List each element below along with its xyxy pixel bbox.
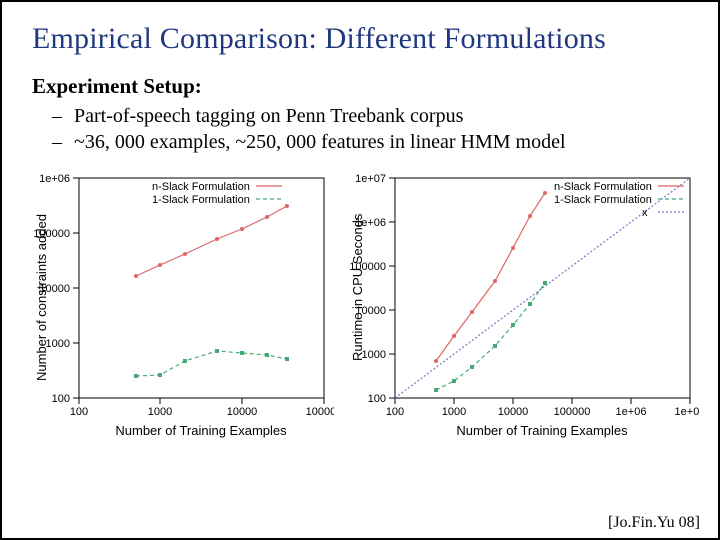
chart2-xlabel: Number of Training Examples: [456, 423, 628, 438]
chart-constraints: Number of constraints added 100 1000 100…: [24, 163, 334, 443]
svg-text:1e+06: 1e+06: [616, 406, 647, 418]
svg-text:1000: 1000: [362, 349, 386, 361]
chart2-points-nslack: [434, 191, 547, 363]
citation: [Jo.Fin.Yu 08]: [608, 514, 700, 532]
svg-text:100: 100: [52, 393, 70, 405]
setup-item: Part-of-speech tagging on Penn Treebank …: [52, 103, 696, 129]
slide: Empirical Comparison: Different Formulat…: [0, 0, 720, 540]
chart1-points-1slack: [134, 349, 289, 378]
chart-runtime: Runtime in CPU Seconds 100 1000 10000 10…: [340, 163, 700, 443]
svg-text:1000: 1000: [46, 338, 70, 350]
slide-title: Empirical Comparison: Different Formulat…: [32, 22, 696, 56]
svg-text:10000: 10000: [227, 406, 258, 418]
chart2-ylabel: Runtime in CPU Seconds: [350, 214, 365, 361]
svg-text:1000: 1000: [442, 406, 466, 418]
svg-text:1e+07: 1e+07: [355, 173, 386, 185]
svg-text:100000: 100000: [306, 406, 334, 418]
svg-text:1000: 1000: [148, 406, 172, 418]
chart1-svg: 100 1000 10000 100000 100 1000 10000 100…: [24, 163, 334, 443]
chart1-xticks: 100 1000 10000 100000: [70, 398, 334, 418]
chart2-svg: 100 1000 10000 100000 1e+06 1e+07 100: [340, 163, 700, 443]
chart2-legend-1slack: 1-Slack Formulation: [554, 194, 652, 206]
chart2-legend: n-Slack Formulation 1-Slack Formulation …: [554, 181, 684, 219]
setup-heading: Experiment Setup:: [32, 74, 696, 99]
svg-text:1e+06: 1e+06: [39, 173, 70, 185]
chart2-legend-x: x: [642, 207, 648, 219]
svg-text:100: 100: [70, 406, 88, 418]
chart2-legend-nslack: n-Slack Formulation: [554, 181, 652, 193]
svg-text:10000: 10000: [498, 406, 529, 418]
chart1-legend: n-Slack Formulation 1-Slack Formulation: [152, 181, 282, 206]
chart1-legend-1slack: 1-Slack Formulation: [152, 194, 250, 206]
chart1-xlabel: Number of Training Examples: [115, 423, 287, 438]
svg-text:100: 100: [386, 406, 404, 418]
svg-text:1e+07: 1e+07: [675, 406, 700, 418]
setup-item: ~36, 000 examples, ~250, 000 features in…: [52, 129, 696, 155]
chart1-frame: [79, 178, 324, 398]
chart1-series-1slack: [136, 351, 287, 376]
setup-list: Part-of-speech tagging on Penn Treebank …: [52, 103, 696, 155]
charts-row: Number of constraints added 100 1000 100…: [24, 163, 696, 443]
svg-text:100000: 100000: [554, 406, 591, 418]
svg-text:100: 100: [368, 393, 386, 405]
chart1-ylabel: Number of constraints added: [34, 214, 49, 381]
chart2-xticks: 100 1000 10000 100000 1e+06 1e+07: [386, 398, 700, 418]
chart1-legend-nslack: n-Slack Formulation: [152, 181, 250, 193]
